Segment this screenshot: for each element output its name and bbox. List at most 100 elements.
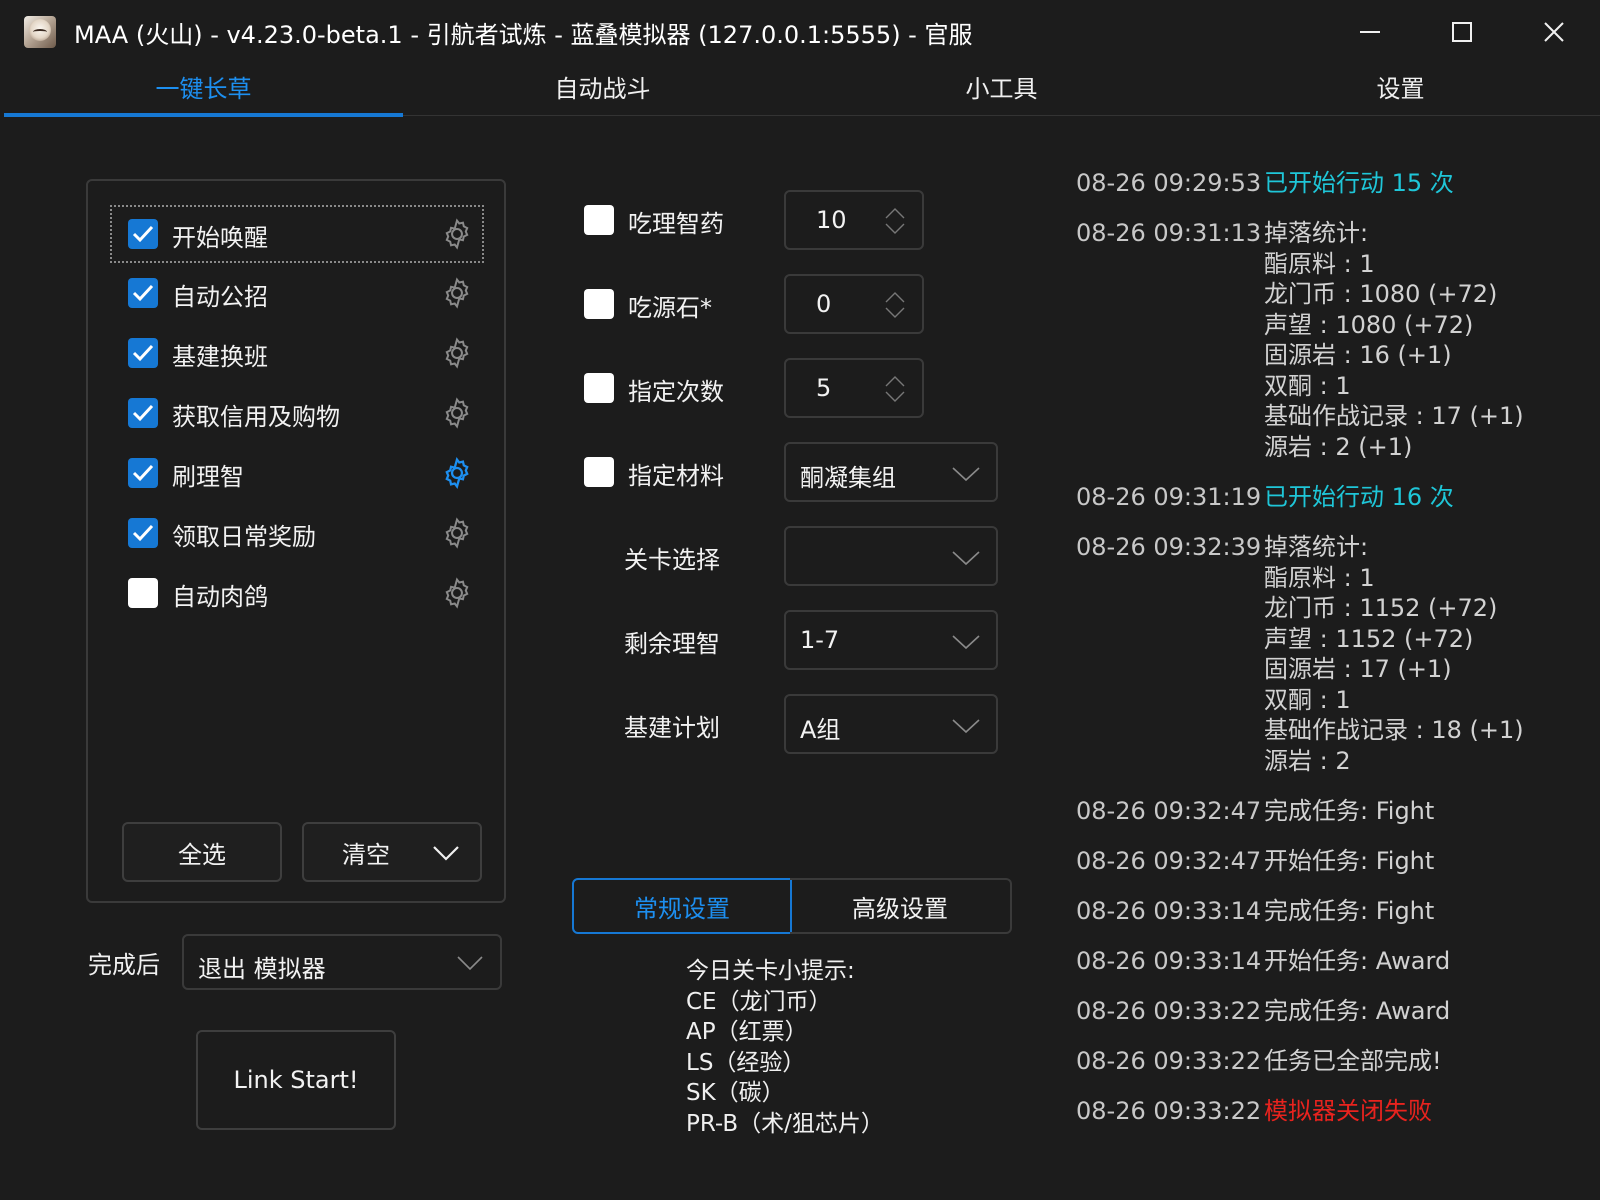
- chevron-down-icon[interactable]: [432, 844, 460, 862]
- task-item-wakeup[interactable]: 开始唤醒: [110, 205, 484, 263]
- gear-icon[interactable]: [440, 576, 474, 610]
- log-line: 声望 : 1152 (+72): [1264, 624, 1474, 653]
- task-checkbox[interactable]: [128, 338, 158, 368]
- close-button[interactable]: [1524, 8, 1584, 56]
- log-line: 基础作战记录 : 18 (+1): [1264, 716, 1524, 744]
- task-item-infrast[interactable]: 基建换班: [112, 326, 482, 380]
- gear-icon[interactable]: [440, 516, 474, 550]
- log-line: 掉落统计:: [1264, 219, 1369, 247]
- task-checkbox[interactable]: [128, 578, 158, 608]
- task-label: 刷理智: [172, 463, 244, 491]
- tab-settings[interactable]: 设置: [1201, 64, 1600, 116]
- tab-tools[interactable]: 小工具: [802, 64, 1201, 116]
- task-checkbox[interactable]: [128, 219, 158, 249]
- times-value: 5: [816, 374, 832, 402]
- log-message: 完成任务: Fight: [1264, 796, 1434, 827]
- task-checkbox[interactable]: [128, 398, 158, 428]
- select-all-button[interactable]: 全选: [122, 822, 282, 882]
- medicine-checkbox[interactable]: [584, 205, 614, 235]
- main-window: MAA (火山) - v4.23.0-beta.1 - 引航者试炼 - 蓝叠模拟…: [0, 0, 1600, 1200]
- stone-label: 吃源石*: [628, 294, 712, 322]
- after-complete-select[interactable]: 退出 模拟器: [182, 934, 502, 990]
- infrast-plan-value: A组: [800, 716, 841, 744]
- log-line: 源岩 : 2 (+1): [1264, 432, 1413, 461]
- gear-icon[interactable]: [440, 396, 474, 430]
- log-time: 08-26 09:33:22: [1076, 997, 1262, 1025]
- maximize-button[interactable]: [1432, 8, 1492, 56]
- minimize-button[interactable]: [1340, 8, 1400, 56]
- remaining-value: 1-7: [800, 626, 840, 654]
- infrast-plan-select[interactable]: A组: [784, 694, 998, 754]
- spinner-icon[interactable]: [884, 206, 906, 236]
- spinner-icon[interactable]: [884, 374, 906, 404]
- task-item-fight[interactable]: 刷理智: [112, 446, 482, 500]
- minimize-icon: [1360, 31, 1380, 33]
- general-settings-tab[interactable]: 常规设置: [572, 878, 792, 934]
- tips-line: CE（龙门币）: [686, 988, 832, 1015]
- stone-checkbox[interactable]: [584, 289, 614, 319]
- log-time: 08-26 09:33:14: [1076, 947, 1262, 975]
- medicine-label: 吃理智药: [628, 210, 724, 238]
- task-item-award[interactable]: 领取日常奖励: [112, 506, 482, 560]
- material-select[interactable]: 酮凝集组: [784, 442, 998, 502]
- task-label: 获取信用及购物: [172, 403, 340, 431]
- log-line: 开始任务: Award: [1264, 947, 1451, 975]
- task-label: 领取日常奖励: [172, 523, 316, 551]
- close-icon: [1544, 22, 1564, 42]
- tab-one-key[interactable]: 一键长草: [4, 64, 403, 117]
- spinner-icon[interactable]: [884, 290, 906, 320]
- times-stepper[interactable]: 5: [784, 358, 924, 418]
- log-message: 开始任务: Award: [1264, 946, 1450, 977]
- chevron-down-icon: [457, 956, 483, 971]
- log-message: 模拟器关闭失败: [1264, 1096, 1432, 1127]
- gear-icon[interactable]: [440, 276, 474, 310]
- log-line: 任务已全部完成!: [1264, 1047, 1442, 1075]
- gear-icon[interactable]: [440, 217, 474, 251]
- log-time: 08-26 09:31:13: [1076, 219, 1262, 247]
- log-line: 开始任务: Fight: [1264, 847, 1435, 875]
- stone-stepper[interactable]: 0: [784, 274, 924, 334]
- log-line: 声望 : 1080 (+72): [1264, 310, 1474, 339]
- material-label: 指定材料: [628, 462, 724, 490]
- after-complete-value: 退出 模拟器: [198, 955, 326, 983]
- title-bar[interactable]: MAA (火山) - v4.23.0-beta.1 - 引航者试炼 - 蓝叠模拟…: [0, 0, 1600, 64]
- settings-segment: 常规设置 高级设置: [572, 878, 1012, 934]
- link-start-button[interactable]: Link Start!: [196, 1030, 396, 1130]
- tab-auto-battle[interactable]: 自动战斗: [403, 64, 802, 116]
- remaining-select[interactable]: 1-7: [784, 610, 998, 670]
- log-time: 08-26 09:29:53: [1076, 170, 1262, 197]
- log-line: 龙门币 : 1152 (+72): [1264, 594, 1498, 622]
- task-list-panel: 开始唤醒 自动公招 基建换班 获取信用及购物 刷理智 领取日常奖励 自动肉鸽 全…: [86, 179, 506, 903]
- log-line: 酯原料 : 1: [1264, 249, 1375, 278]
- checkmark-icon: [132, 464, 154, 482]
- clear-button[interactable]: 清空: [302, 822, 482, 882]
- stone-row: 吃源石* 0: [584, 274, 1004, 334]
- gear-icon[interactable]: [440, 336, 474, 370]
- stage-label: 关卡选择: [624, 546, 720, 574]
- task-checkbox[interactable]: [128, 458, 158, 488]
- log-panel[interactable]: 08-26 09:29:53 已开始行动 15 次 08-26 09:31:13…: [1076, 170, 1586, 1150]
- task-item-roguelike[interactable]: 自动肉鸽: [112, 566, 482, 620]
- log-line: 龙门币 : 1080 (+72): [1264, 280, 1498, 308]
- log-message: 完成任务: Award: [1264, 996, 1450, 1027]
- log-line: 模拟器关闭失败: [1264, 1097, 1432, 1125]
- main-tabs: 一键长草 自动战斗 小工具 设置: [4, 64, 1600, 117]
- stage-select[interactable]: [784, 526, 998, 586]
- remaining-row: 剩余理智 1-7: [584, 610, 1004, 670]
- after-complete-label: 完成后: [88, 951, 160, 979]
- times-checkbox[interactable]: [584, 373, 614, 403]
- material-checkbox[interactable]: [584, 457, 614, 487]
- task-checkbox[interactable]: [128, 518, 158, 548]
- log-line: 完成任务: Fight: [1264, 897, 1435, 925]
- advanced-settings-tab[interactable]: 高级设置: [790, 878, 1012, 934]
- log-message: 掉落统计: 酯原料 : 1 龙门币 : 1080 (+72) 声望 : 1080…: [1264, 218, 1524, 462]
- medicine-stepper[interactable]: 10: [784, 190, 924, 250]
- task-item-mall[interactable]: 获取信用及购物: [112, 386, 482, 440]
- log-line: 完成任务: Award: [1264, 997, 1451, 1025]
- task-label: 自动公招: [172, 283, 268, 311]
- log-line: 酯原料 : 1: [1264, 563, 1375, 592]
- gear-icon-active[interactable]: [440, 456, 474, 490]
- checkmark-icon: [132, 344, 154, 362]
- task-item-recruit[interactable]: 自动公招: [112, 266, 482, 320]
- task-checkbox[interactable]: [128, 278, 158, 308]
